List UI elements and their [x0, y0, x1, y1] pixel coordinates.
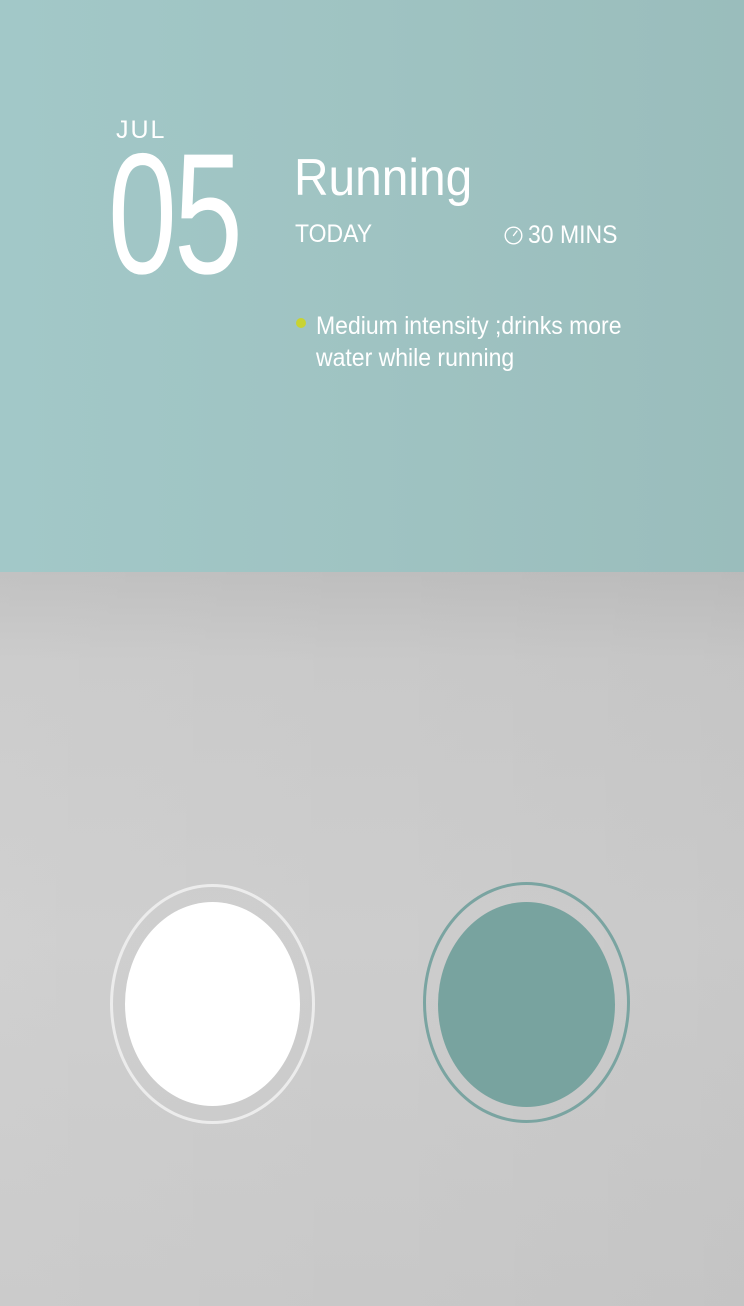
white-color-option[interactable]	[125, 902, 300, 1106]
event-note-text: Medium intensity ;drinks more water whil…	[316, 312, 622, 372]
note-bullet-icon	[296, 318, 306, 328]
timer-icon	[504, 225, 523, 245]
event-when: TODAY	[295, 220, 373, 248]
options-panel	[0, 572, 744, 1306]
event-header-panel: JUL 05 Running TODAY 30 MINS Medium inte…	[0, 0, 744, 572]
teal-color-option[interactable]	[438, 902, 615, 1107]
event-duration-text: 30 MINS	[528, 220, 618, 249]
event-day: 05	[108, 118, 243, 310]
event-title: Running	[294, 149, 473, 207]
event-duration: 30 MINS	[504, 220, 625, 250]
